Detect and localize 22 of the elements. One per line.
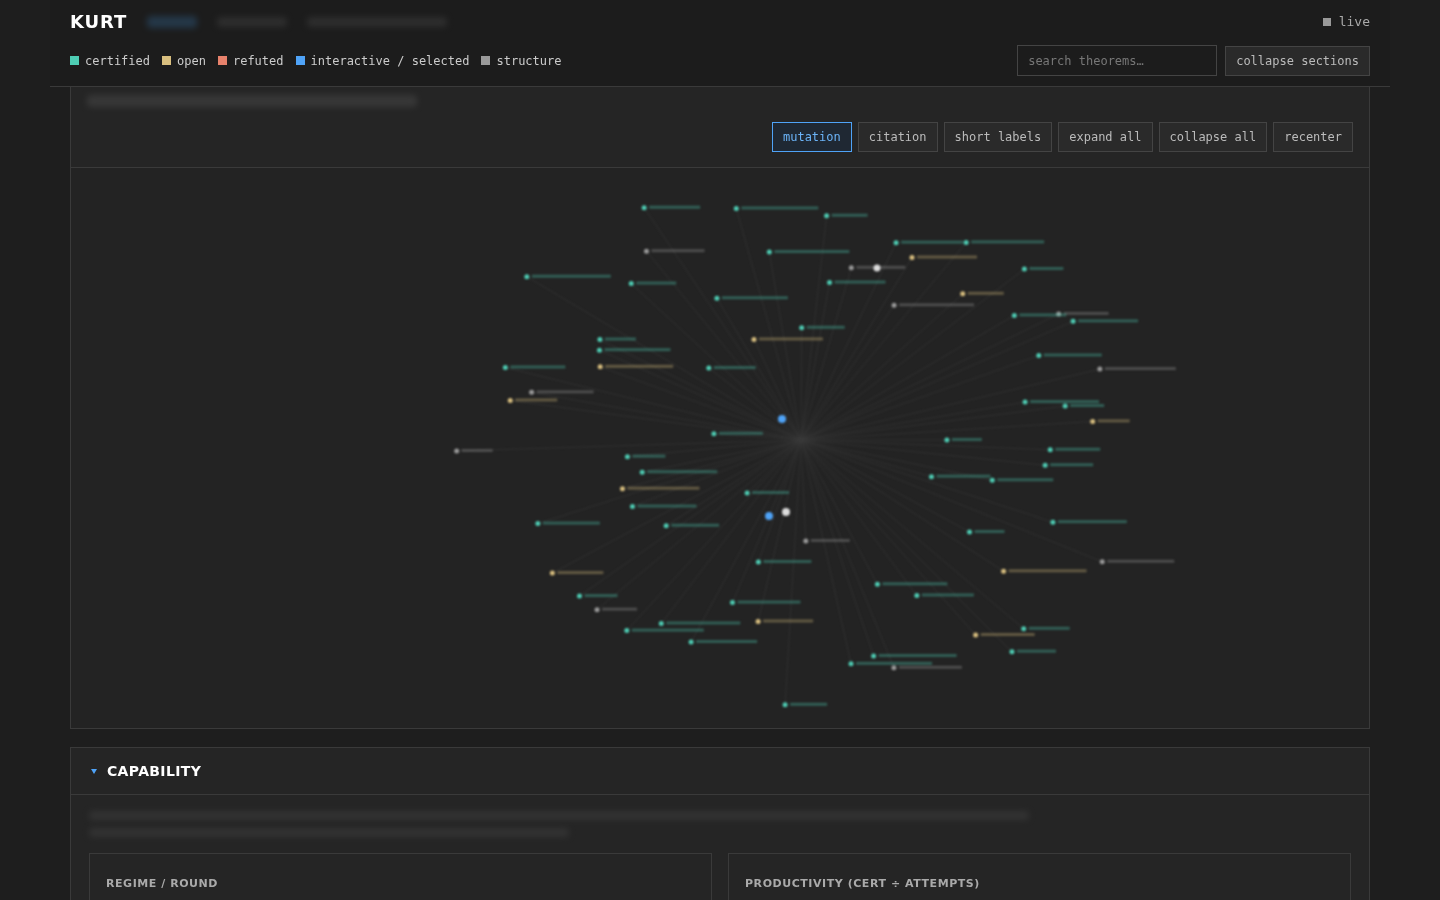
- legend-label: structure: [496, 52, 562, 70]
- graph-mode-button[interactable]: recenter: [1273, 122, 1353, 152]
- legend-label: certified: [85, 52, 151, 70]
- graph-mode-button[interactable]: citation: [857, 122, 938, 152]
- app-title: KURT: [70, 10, 128, 34]
- legend-label: refuted: [232, 52, 284, 70]
- search-field[interactable]: search theorems…: [1017, 45, 1218, 76]
- live-status: live: [1338, 13, 1370, 32]
- section-toggle[interactable]: CAPABILITY: [91, 760, 202, 782]
- card-title: REGIME / ROUND: [106, 877, 219, 890]
- graph-nodes[interactable]: [454, 205, 1176, 708]
- graph-mode-button[interactable]: short labels: [943, 122, 1053, 152]
- card-title: PRODUCTIVITY (CERT ÷ ATTEMPTS): [745, 877, 980, 890]
- collapse-sections-button[interactable]: collapse sections: [1225, 45, 1370, 76]
- graph-mode-button[interactable]: expand all: [1058, 122, 1153, 152]
- graph-mode-button[interactable]: mutation: [771, 122, 852, 152]
- status-square-icon: [1322, 18, 1331, 26]
- legend-label: interactive / selected: [310, 52, 470, 70]
- graph-mode-button[interactable]: collapse all: [1158, 122, 1268, 152]
- blurred-text: [147, 16, 198, 28]
- legend-label: open: [177, 52, 206, 70]
- caret-icon: [91, 768, 97, 774]
